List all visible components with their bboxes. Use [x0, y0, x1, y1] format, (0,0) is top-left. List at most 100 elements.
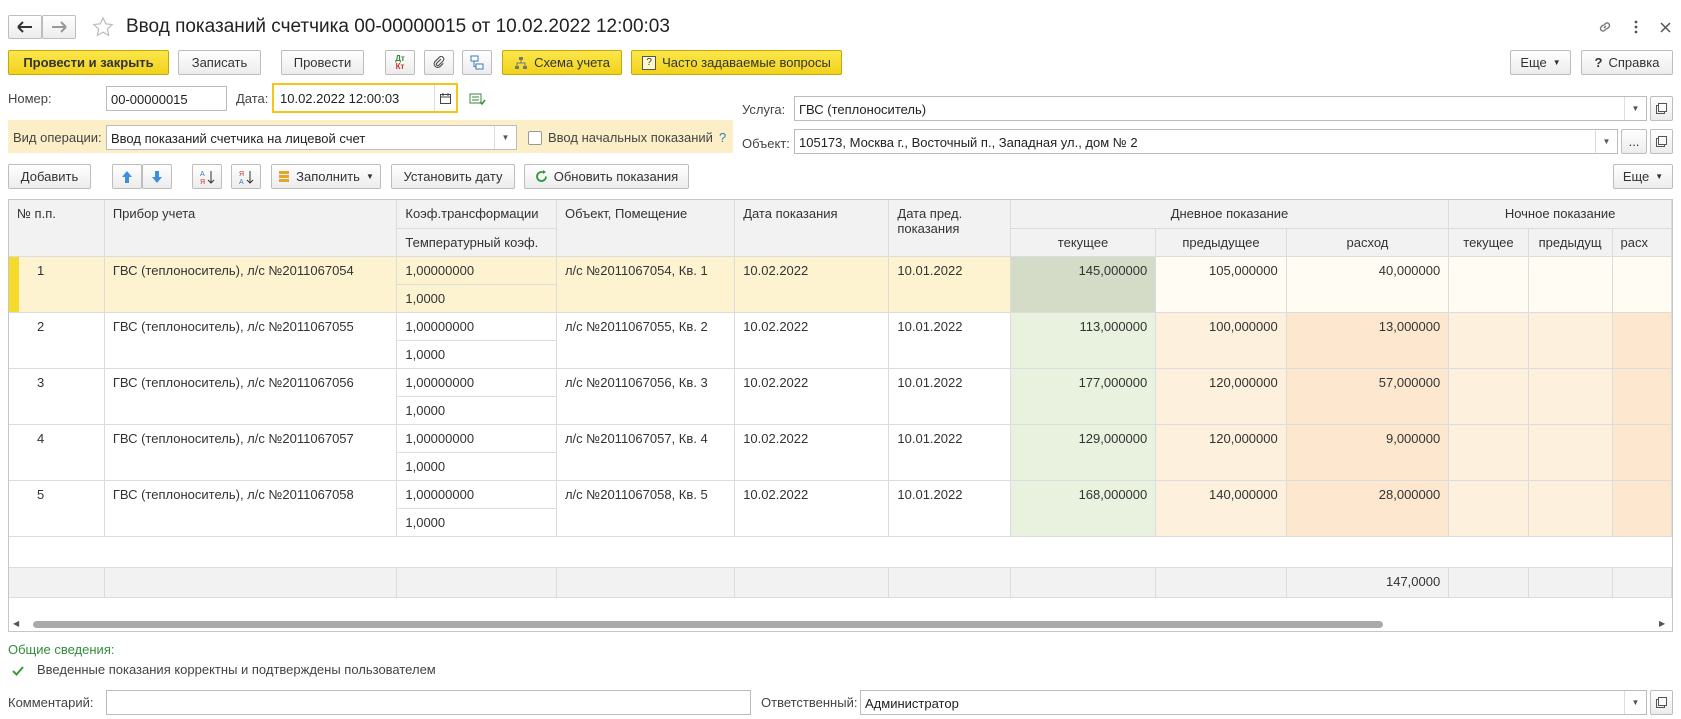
row-prev-date[interactable]: 10.01.2022 [888, 256, 1011, 313]
row-temp[interactable]: 1,0000 [396, 284, 557, 313]
scrollbar-thumb[interactable] [33, 621, 1383, 628]
row-object[interactable]: л/с №2011067054, Кв. 1 [556, 256, 736, 313]
row-object[interactable]: л/с №2011067057, Кв. 4 [556, 424, 736, 481]
row-coef[interactable]: 1,00000000 [396, 368, 557, 397]
row-coef[interactable]: 1,00000000 [396, 256, 557, 285]
row-num[interactable]: 2 [9, 312, 105, 369]
row-coef[interactable]: 1,00000000 [396, 424, 557, 453]
scroll-left-icon[interactable]: ◀ [13, 619, 19, 628]
faq-button[interactable]: ? Часто задаваемые вопросы [631, 50, 842, 75]
row-previous[interactable]: 105,000000 [1155, 256, 1287, 313]
row-date[interactable]: 10.02.2022 [734, 368, 890, 425]
date-field[interactable]: 10.02.2022 12:00:03 [272, 83, 458, 113]
row-night-previous[interactable] [1528, 312, 1613, 369]
readings-table[interactable]: № п.п. Прибор учета Коэф.трансформации Объе… [8, 199, 1673, 632]
chevron-down-icon[interactable]: ▼ [1595, 130, 1617, 153]
calendar-icon[interactable] [434, 85, 456, 111]
row-night-usage[interactable] [1612, 480, 1672, 537]
service-select[interactable]: ГВС (теплоноситель) ▼ [794, 96, 1647, 121]
row-prev-date[interactable]: 10.01.2022 [888, 424, 1011, 481]
dt-kt-button[interactable]: Дт Кт [385, 50, 415, 75]
move-up-button[interactable] [112, 164, 142, 189]
row-num[interactable]: 1 [9, 256, 105, 313]
table-more-button[interactable]: Еще ▼ [1613, 164, 1673, 189]
row-coef[interactable]: 1,00000000 [396, 312, 557, 341]
row-night-previous[interactable] [1528, 368, 1613, 425]
row-object[interactable]: л/с №2011067058, Кв. 5 [556, 480, 736, 537]
chevron-down-icon[interactable]: ▼ [494, 126, 516, 149]
scroll-right-icon[interactable]: ▶ [1659, 619, 1665, 628]
row-previous[interactable]: 100,000000 [1155, 312, 1287, 369]
object-open-button[interactable] [1650, 129, 1673, 154]
row-prev-date[interactable]: 10.01.2022 [888, 312, 1011, 369]
row-temp[interactable]: 1,0000 [396, 340, 557, 369]
row-night-previous[interactable] [1528, 256, 1613, 313]
row-device[interactable]: ГВС (теплоноситель), л/с №2011067056 [104, 368, 398, 425]
row-object[interactable]: л/с №2011067055, Кв. 2 [556, 312, 736, 369]
sort-desc-button[interactable]: ЯА [231, 164, 261, 189]
object-select[interactable]: 105173, Москва г., Восточный п., Западна… [794, 129, 1618, 154]
star-icon[interactable] [91, 15, 115, 39]
table-row[interactable]: 2 ГВС (теплоноситель), л/с №2011067055 1,0… [9, 312, 1672, 369]
initial-checkbox[interactable] [528, 131, 542, 145]
back-button[interactable] [8, 15, 42, 39]
row-previous[interactable]: 140,000000 [1155, 480, 1287, 537]
row-usage[interactable]: 57,000000 [1286, 368, 1450, 425]
row-previous[interactable]: 120,000000 [1155, 368, 1287, 425]
row-usage[interactable]: 28,000000 [1286, 480, 1450, 537]
row-date[interactable]: 10.02.2022 [734, 424, 890, 481]
row-night-usage[interactable] [1612, 312, 1672, 369]
row-night-previous[interactable] [1528, 480, 1613, 537]
object-select-button[interactable]: ... [1621, 129, 1647, 154]
accounting-scheme-button[interactable]: Схема учета [502, 50, 622, 75]
horizontal-scrollbar[interactable]: ◀ ▶ [9, 618, 1672, 631]
row-current[interactable]: 177,000000 [1010, 368, 1157, 425]
row-num[interactable]: 4 [9, 424, 105, 481]
row-device[interactable]: ГВС (теплоноситель), л/с №2011067055 [104, 312, 398, 369]
row-current[interactable]: 145,000000 [1010, 256, 1157, 313]
row-temp[interactable]: 1,0000 [396, 396, 557, 425]
table-row[interactable]: 1 ГВС (теплоноситель), л/с №2011067054 1,0… [9, 256, 1672, 313]
row-previous[interactable]: 120,000000 [1155, 424, 1287, 481]
responsible-select[interactable]: Администратор ▼ [860, 690, 1647, 715]
table-row[interactable]: 5 ГВС (теплоноситель), л/с №2011067058 1,0… [9, 480, 1672, 537]
row-night-usage[interactable] [1612, 368, 1672, 425]
row-date[interactable]: 10.02.2022 [734, 480, 890, 537]
service-open-button[interactable] [1650, 96, 1673, 121]
row-coef[interactable]: 1,00000000 [396, 480, 557, 509]
row-temp[interactable]: 1,0000 [396, 452, 557, 481]
set-date-button[interactable]: Установить дату [391, 164, 515, 189]
row-device[interactable]: ГВС (теплоноситель), л/с №2011067054 [104, 256, 398, 313]
add-row-button[interactable]: Добавить [8, 164, 91, 189]
number-field[interactable]: 00-00000015 [106, 86, 227, 111]
row-prev-date[interactable]: 10.01.2022 [888, 368, 1011, 425]
row-object[interactable]: л/с №2011067056, Кв. 3 [556, 368, 736, 425]
more-button[interactable]: Еще ▼ [1510, 50, 1571, 75]
row-date[interactable]: 10.02.2022 [734, 312, 890, 369]
refresh-readings-button[interactable]: Обновить показания [524, 164, 689, 189]
row-usage[interactable]: 40,000000 [1286, 256, 1450, 313]
move-down-button[interactable] [142, 164, 172, 189]
row-night-previous[interactable] [1528, 424, 1613, 481]
row-prev-date[interactable]: 10.01.2022 [888, 480, 1011, 537]
row-num[interactable]: 3 [9, 368, 105, 425]
row-night-usage[interactable] [1612, 256, 1672, 313]
structure-button[interactable] [462, 50, 492, 75]
row-temp[interactable]: 1,0000 [396, 508, 557, 537]
chevron-down-icon[interactable]: ▼ [1624, 691, 1646, 714]
kebab-menu-icon[interactable] [1628, 17, 1644, 37]
forward-button[interactable] [42, 15, 76, 39]
fill-button[interactable]: Заполнить ▼ [271, 164, 381, 189]
row-night-current[interactable] [1448, 312, 1529, 369]
link-icon[interactable] [1595, 17, 1615, 37]
operation-select[interactable]: Ввод показаний счетчика на лицевой счет … [106, 125, 517, 150]
sort-asc-button[interactable]: АЯ [192, 164, 222, 189]
row-current[interactable]: 113,000000 [1010, 312, 1157, 369]
comment-field[interactable] [106, 690, 751, 715]
row-night-current[interactable] [1448, 424, 1529, 481]
clock-check-icon[interactable] [468, 91, 486, 107]
post-and-close-button[interactable]: Провести и закрыть [8, 50, 169, 75]
help-button[interactable]: ? Справка [1581, 50, 1673, 75]
row-usage[interactable]: 9,000000 [1286, 424, 1450, 481]
initial-help-icon[interactable]: ? [719, 130, 726, 145]
